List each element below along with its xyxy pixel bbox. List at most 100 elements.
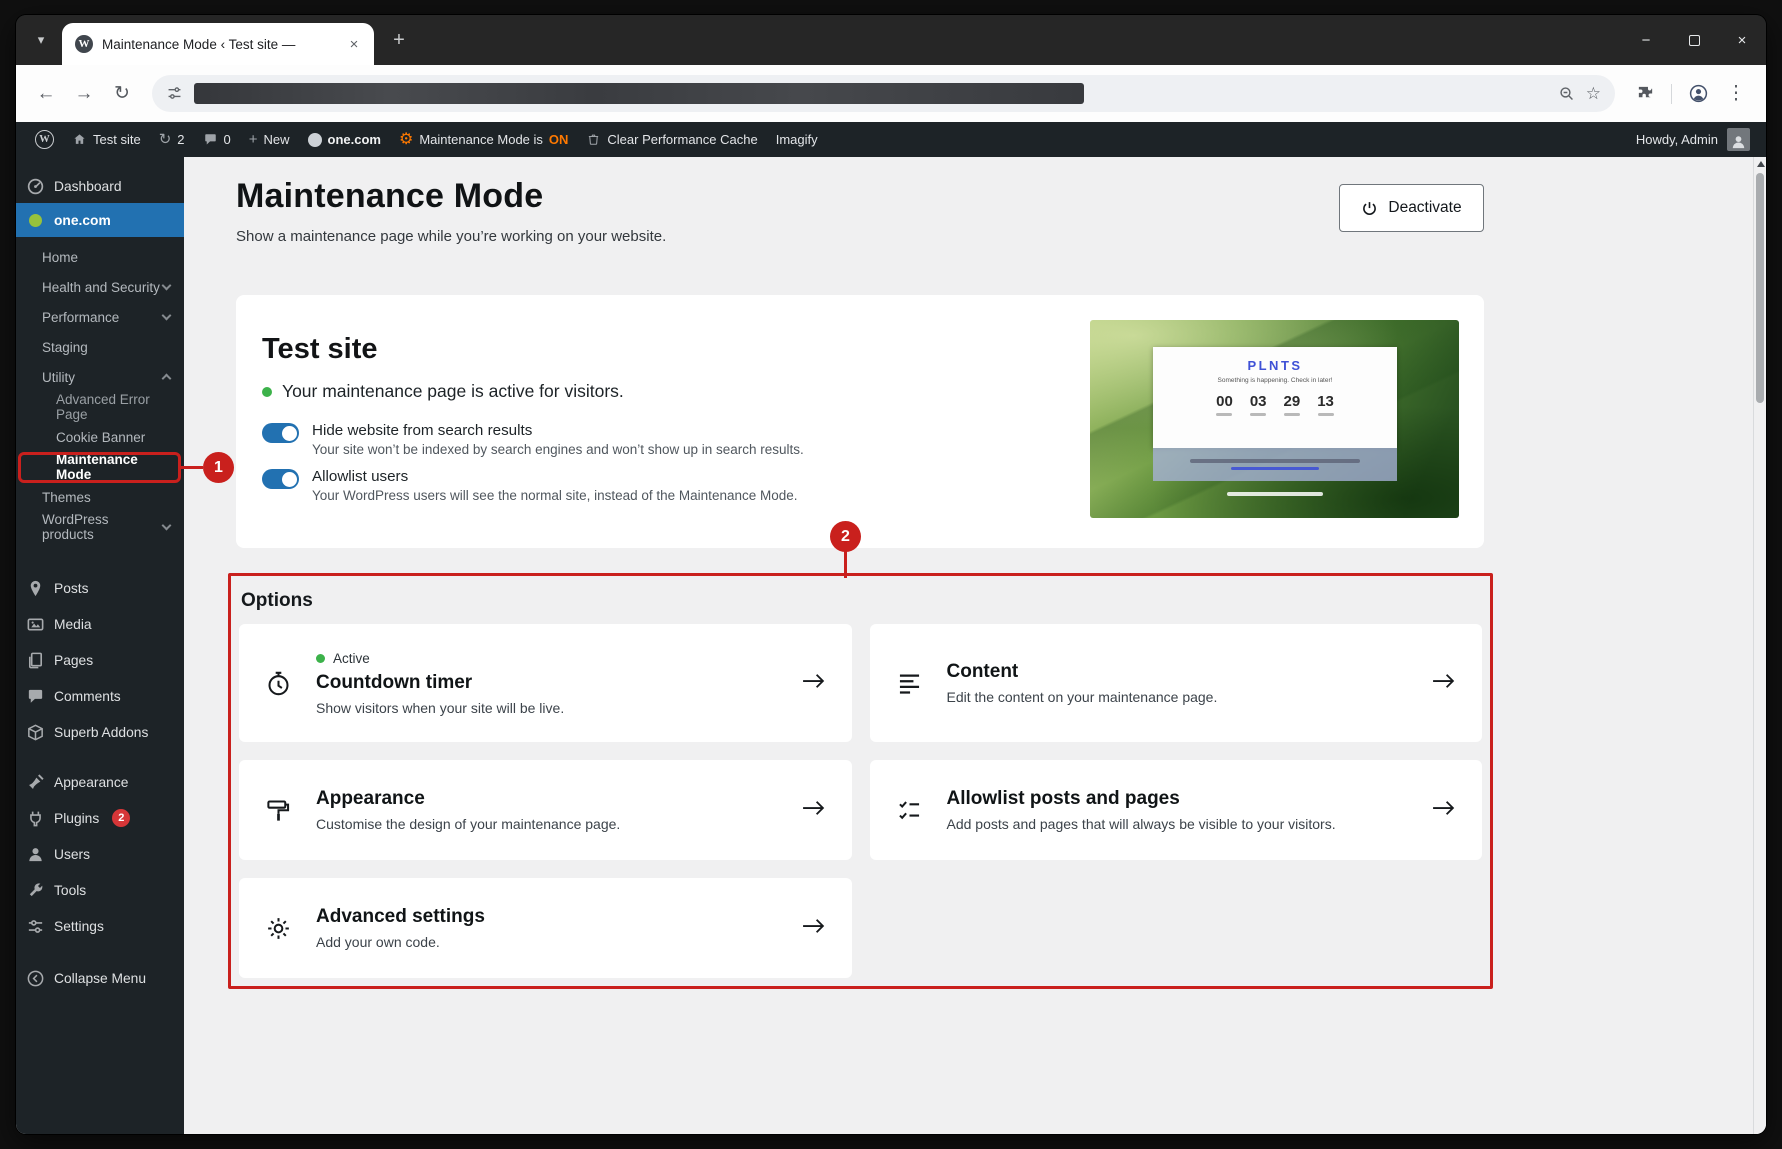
bookmark-star-icon[interactable]: ☆ [1586,84,1601,104]
back-button[interactable]: ← [28,76,64,112]
sidebar-item-comments[interactable]: Comments [16,678,184,714]
browser-menu-icon[interactable]: ⋮ [1718,76,1754,112]
arrow-right-icon[interactable] [801,799,826,822]
arrow-right-icon[interactable] [801,917,826,940]
updates-count: 2 [177,132,184,147]
sidebar-item-label: Settings [54,919,104,934]
adminbar-new[interactable]: + New [240,122,299,157]
allowlist-posts-pages-card[interactable]: Allowlist posts and pages Add posts and … [870,760,1483,860]
media-photo-icon [26,615,45,634]
chevron-down-icon: ▾ [38,32,45,48]
sidebar-subitem-cookie-banner[interactable]: Cookie Banner [16,422,184,452]
countdown-hours: 03 [1250,393,1267,416]
page-subtitle: Show a maintenance page while you’re wor… [236,228,1753,245]
hide-from-search-toggle[interactable] [262,423,299,443]
status-text: Your maintenance page is active for visi… [282,381,624,402]
adminbar-comments[interactable]: 0 [194,122,240,157]
reload-button[interactable]: ↻ [104,76,140,112]
deactivate-button[interactable]: Deactivate [1339,184,1484,232]
sidebar-item-dashboard[interactable]: Dashboard [16,169,184,203]
card-title: Advanced settings [316,906,777,928]
adminbar-account[interactable]: Howdy, Admin [1636,128,1756,151]
arrow-right-icon[interactable] [1431,799,1456,822]
sidebar-item-label: Plugins [54,811,99,826]
subitem-label: Advanced Error Page [56,392,170,422]
address-bar[interactable]: ☆ [152,75,1615,112]
site-settings-icon[interactable] [166,85,183,102]
adminbar-imagify[interactable]: Imagify [767,122,827,157]
subitem-label: Home [42,250,78,265]
sidebar-item-onecom[interactable]: one.com [16,203,184,237]
sidebar-item-pages[interactable]: Pages [16,642,184,678]
sidebar-subitem-home[interactable]: Home [16,242,184,272]
gear-icon: ⚙ [399,132,413,148]
green-status-dot-icon [262,387,272,397]
forward-button[interactable]: → [66,76,102,112]
sidebar-item-plugins[interactable]: Plugins 2 [16,800,184,836]
sidebar-item-settings[interactable]: Settings [16,908,184,944]
adminbar-onecom[interactable]: one.com [299,122,390,157]
sidebar-item-media[interactable]: Media [16,606,184,642]
arrow-right-icon[interactable] [1431,672,1456,695]
adminbar-maintenance-status[interactable]: ⚙ Maintenance Mode is ON [390,122,577,157]
sidebar-subitem-wordpress-products[interactable]: WordPress products [16,512,184,542]
content-card[interactable]: Content Edit the content on your mainten… [870,624,1483,742]
sidebar-item-posts[interactable]: Posts [16,570,184,606]
sidebar-item-tools[interactable]: Tools [16,872,184,908]
options-title: Options [241,590,1482,612]
tab-close-icon[interactable]: × [344,36,364,53]
card-description: Customise the design of your maintenance… [316,816,777,832]
howdy-label: Howdy, Admin [1636,132,1718,147]
sidebar-item-users[interactable]: Users [16,836,184,872]
sidebar-gap [16,750,184,764]
arrow-right-icon[interactable] [801,672,826,695]
scroll-up-arrow-icon[interactable] [1757,161,1765,167]
sidebar-subitem-themes[interactable]: Themes [16,482,184,512]
close-window-button[interactable]: × [1718,15,1766,65]
onecom-logo-icon [308,133,322,147]
adminbar-clear-cache[interactable]: Clear Performance Cache [577,122,766,157]
sidebar-item-appearance[interactable]: Appearance [16,764,184,800]
redacted-url [194,83,1084,104]
wp-logo-menu[interactable]: W [26,122,63,157]
wrench-icon [26,881,45,900]
adminbar-site-name[interactable]: Test site [63,122,150,157]
sidebar-subitem-performance[interactable]: Performance [16,302,184,332]
tab-search-button[interactable]: ▾ [26,25,56,55]
preview-card: PLNTS Something is happening. Check in l… [1153,347,1397,448]
options-cards-grid: Active Countdown timer Show visitors whe… [239,624,1482,978]
sidebar-item-label: Users [54,847,90,862]
comments-bubble-icon [26,687,45,706]
allowlist-users-toggle[interactable] [262,469,299,489]
sidebar-item-superb-addons[interactable]: Superb Addons [16,714,184,750]
sidebar-item-collapse-menu[interactable]: Collapse Menu [16,960,184,996]
advanced-settings-card[interactable]: Advanced settings Add your own code. [239,878,852,978]
browser-tab[interactable]: W Maintenance Mode ‹ Test site — × [62,23,374,65]
sidebar-item-label: Pages [54,653,93,668]
scrollbar-thumb[interactable] [1756,173,1764,403]
admin-body: Dashboard one.com Home Health and Securi… [16,157,1766,1134]
toggle-label: Allowlist users [312,468,798,485]
new-tab-button[interactable]: + [384,25,414,55]
sliders-icon [26,917,45,936]
sidebar-gap [16,552,184,570]
profile-icon[interactable] [1680,76,1716,112]
maximize-button[interactable] [1670,15,1718,65]
preview-message: Something is happening. Check in later! [1218,377,1333,384]
sidebar-subitem-staging[interactable]: Staging [16,332,184,362]
sidebar-item-label: Dashboard [54,179,122,194]
sidebar-subitem-advanced-error-page[interactable]: Advanced Error Page [16,392,184,422]
new-label: New [264,132,290,147]
page-scrollbar[interactable] [1753,157,1766,1134]
adminbar-updates[interactable]: ↻ 2 [150,122,194,157]
extensions-icon[interactable] [1627,76,1663,112]
zoom-icon[interactable] [1558,85,1575,102]
countdown-timer-card[interactable]: Active Countdown timer Show visitors whe… [239,624,852,742]
user-icon [26,845,45,864]
sidebar-subitem-health-and-security[interactable]: Health and Security [16,272,184,302]
minimize-button[interactable]: − [1622,15,1670,65]
preview-fineprint-line [1190,459,1360,463]
sidebar-subitem-utility[interactable]: Utility [16,362,184,392]
appearance-card[interactable]: Appearance Customise the design of your … [239,760,852,860]
deactivate-label: Deactivate [1388,199,1461,217]
